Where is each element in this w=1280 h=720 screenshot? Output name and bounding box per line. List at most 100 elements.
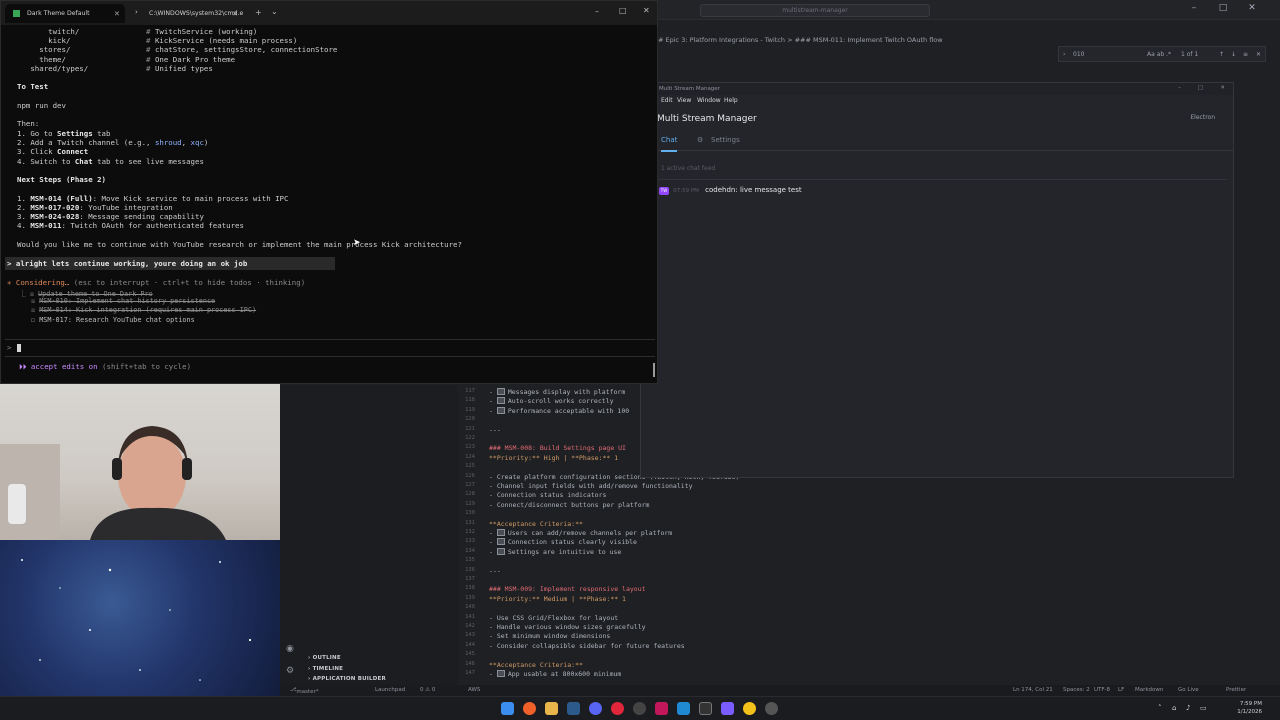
minimize-icon[interactable]: – (595, 7, 599, 16)
launchpad-status[interactable]: Launchpad (375, 687, 405, 693)
eol-status[interactable]: LF (1118, 687, 1124, 693)
close-icon[interactable]: ✕ (1245, 3, 1259, 13)
line-number: 140 (465, 604, 475, 611)
todo-item-4: ☐ MSM-017: Research YouTube chat options (31, 316, 195, 324)
webcam-overlay (0, 384, 280, 696)
problems-status[interactable]: 0 ⚠ 0 (420, 687, 435, 693)
step-1: 1. Go to Settings tab (17, 129, 111, 138)
new-tab-button[interactable]: + (255, 8, 262, 17)
tree-line: kick/ # KickService (needs main process) (17, 36, 298, 45)
windows-taskbar: ˄ ⌂ ♪ ▭ 7:59 PM 1/1/2026 (0, 696, 1280, 720)
line-number: 118 (465, 397, 475, 404)
timeline-section[interactable]: › TIMELINE (308, 666, 343, 672)
maximize-icon[interactable]: □ (1216, 3, 1230, 13)
terminal-tab-active[interactable]: Dark Theme Default ✕ (5, 4, 125, 23)
settings-gear-icon[interactable]: ⚙ (697, 136, 703, 144)
line-number: 145 (465, 651, 475, 658)
account-icon[interactable]: ◉ (286, 644, 294, 654)
go-live-button[interactable]: Go Live (1178, 687, 1199, 693)
minimize-icon[interactable]: – (1178, 85, 1181, 91)
editor-line: - Settings are intuitive to use (489, 547, 621, 556)
menu-edit[interactable]: Edit (661, 97, 673, 104)
editor-line: - Set minimum window dimensions (489, 632, 611, 641)
vscode-icon[interactable] (677, 702, 690, 715)
close-icon[interactable]: ✕ (1256, 51, 1261, 58)
battery-icon[interactable]: ▭ (1200, 704, 1207, 712)
application-builder-section[interactable]: › APPLICATION BUILDER (308, 676, 386, 682)
chat-feed-label: 1 active chat feed (661, 165, 716, 172)
next-step-1: 1. MSM-014 (Full): Move Kick service to … (17, 194, 289, 203)
close-tab-icon[interactable]: ✕ (114, 10, 120, 18)
git-icon[interactable] (655, 702, 668, 715)
volume-icon[interactable]: ♪ (1186, 704, 1190, 712)
menu-help[interactable]: Help (724, 97, 738, 104)
discord-icon[interactable] (589, 702, 602, 715)
close-icon[interactable]: ✕ (643, 6, 650, 15)
tree-line: theme/ # One Dark Pro theme (17, 55, 236, 64)
next-step-3: 3. MSM-024-028: Message sending capabili… (17, 212, 204, 221)
language-status[interactable]: Markdown (1135, 687, 1163, 693)
menu-window[interactable]: Window (697, 97, 721, 104)
steam-icon[interactable] (567, 702, 580, 715)
terminal-tab-cmd[interactable]: › C:\WINDOWS\system32\cmd.e ✕ (127, 4, 243, 23)
accept-edits-footer[interactable]: ⏵⏵ accept edits on (shift+tab to cycle) (19, 362, 191, 372)
network-icon[interactable]: ⌂ (1172, 704, 1176, 712)
cursor-position[interactable]: Ln 174, Col 21 (1013, 687, 1053, 693)
divider (5, 339, 655, 340)
command-center-search[interactable]: multistream-manager (700, 4, 930, 17)
app-icon[interactable] (611, 702, 624, 715)
line-number: 135 (465, 557, 475, 564)
then-text: Then: (17, 119, 40, 128)
encoding-status[interactable]: UTF-8 (1094, 687, 1110, 693)
editor-line: - Consider collapsible sidebar for futur… (489, 641, 685, 650)
chevron-up-icon[interactable]: ˄ (1158, 704, 1162, 712)
tab-settings[interactable]: Settings (711, 136, 740, 144)
chrome-icon[interactable] (743, 702, 756, 715)
line-number: 120 (465, 416, 475, 423)
menu-view[interactable]: View (677, 97, 691, 104)
list-bullet: - (489, 547, 497, 556)
menu-icon[interactable]: ≡ (1243, 51, 1248, 58)
line-number: 123 (465, 444, 475, 451)
settings-gear-icon[interactable] (765, 702, 778, 715)
close-icon[interactable]: ✕ (1220, 85, 1225, 91)
arrow-down-icon[interactable]: ↓ (1231, 51, 1236, 58)
file-explorer-icon[interactable] (545, 702, 558, 715)
cmd-icon: › (135, 8, 138, 16)
find-count: 1 of 1 (1181, 51, 1199, 58)
prettier-status[interactable]: Prettier (1226, 687, 1246, 693)
tab-chat[interactable]: Chat (661, 136, 678, 152)
github-icon[interactable] (633, 702, 646, 715)
firefox-icon[interactable] (523, 702, 536, 715)
command-text: npm run dev (17, 101, 66, 110)
clock[interactable]: 7:59 PM 1/1/2026 (1237, 700, 1262, 716)
clock-time: 7:59 PM (1239, 701, 1262, 707)
branch-status[interactable]: ⎇ master* (290, 687, 319, 695)
terminal-icon[interactable] (699, 702, 712, 715)
tab-dropdown-icon[interactable]: ⌄ (271, 7, 278, 16)
outline-section[interactable]: › OUTLINE (308, 655, 341, 661)
close-tab-icon[interactable]: ✕ (232, 10, 238, 18)
maximize-icon[interactable]: □ (619, 6, 627, 15)
find-options[interactable]: Aa ab .* (1147, 51, 1171, 58)
line-number: 142 (465, 623, 475, 629)
breadcrumb[interactable]: # Epic 3: Platform Integrations - Twitch… (658, 36, 943, 44)
aws-status[interactable]: AWS (468, 687, 480, 693)
input-cursor[interactable] (17, 344, 21, 352)
chevron-right-icon[interactable]: › (1063, 51, 1065, 58)
editor-line: - Auto-scroll works correctly (489, 397, 614, 405)
step-3: 3. Click Connect (17, 147, 89, 156)
find-input[interactable]: 010 (1073, 51, 1084, 58)
message-time: 07:59 PM (673, 188, 699, 194)
maximize-icon[interactable]: □ (1198, 85, 1203, 91)
scrollbar[interactable] (653, 363, 655, 377)
obsidian-icon[interactable] (721, 702, 734, 715)
line-number: 137 (465, 576, 475, 582)
start-icon[interactable] (501, 702, 514, 715)
checkbox-icon (496, 670, 505, 677)
indent-status[interactable]: Spaces: 2 (1063, 687, 1090, 693)
line-number: 139 (465, 594, 475, 601)
arrow-up-icon[interactable]: ↑ (1219, 51, 1224, 58)
settings-gear-icon[interactable]: ⚙ (286, 666, 294, 676)
minimize-icon[interactable]: – (1187, 3, 1201, 13)
